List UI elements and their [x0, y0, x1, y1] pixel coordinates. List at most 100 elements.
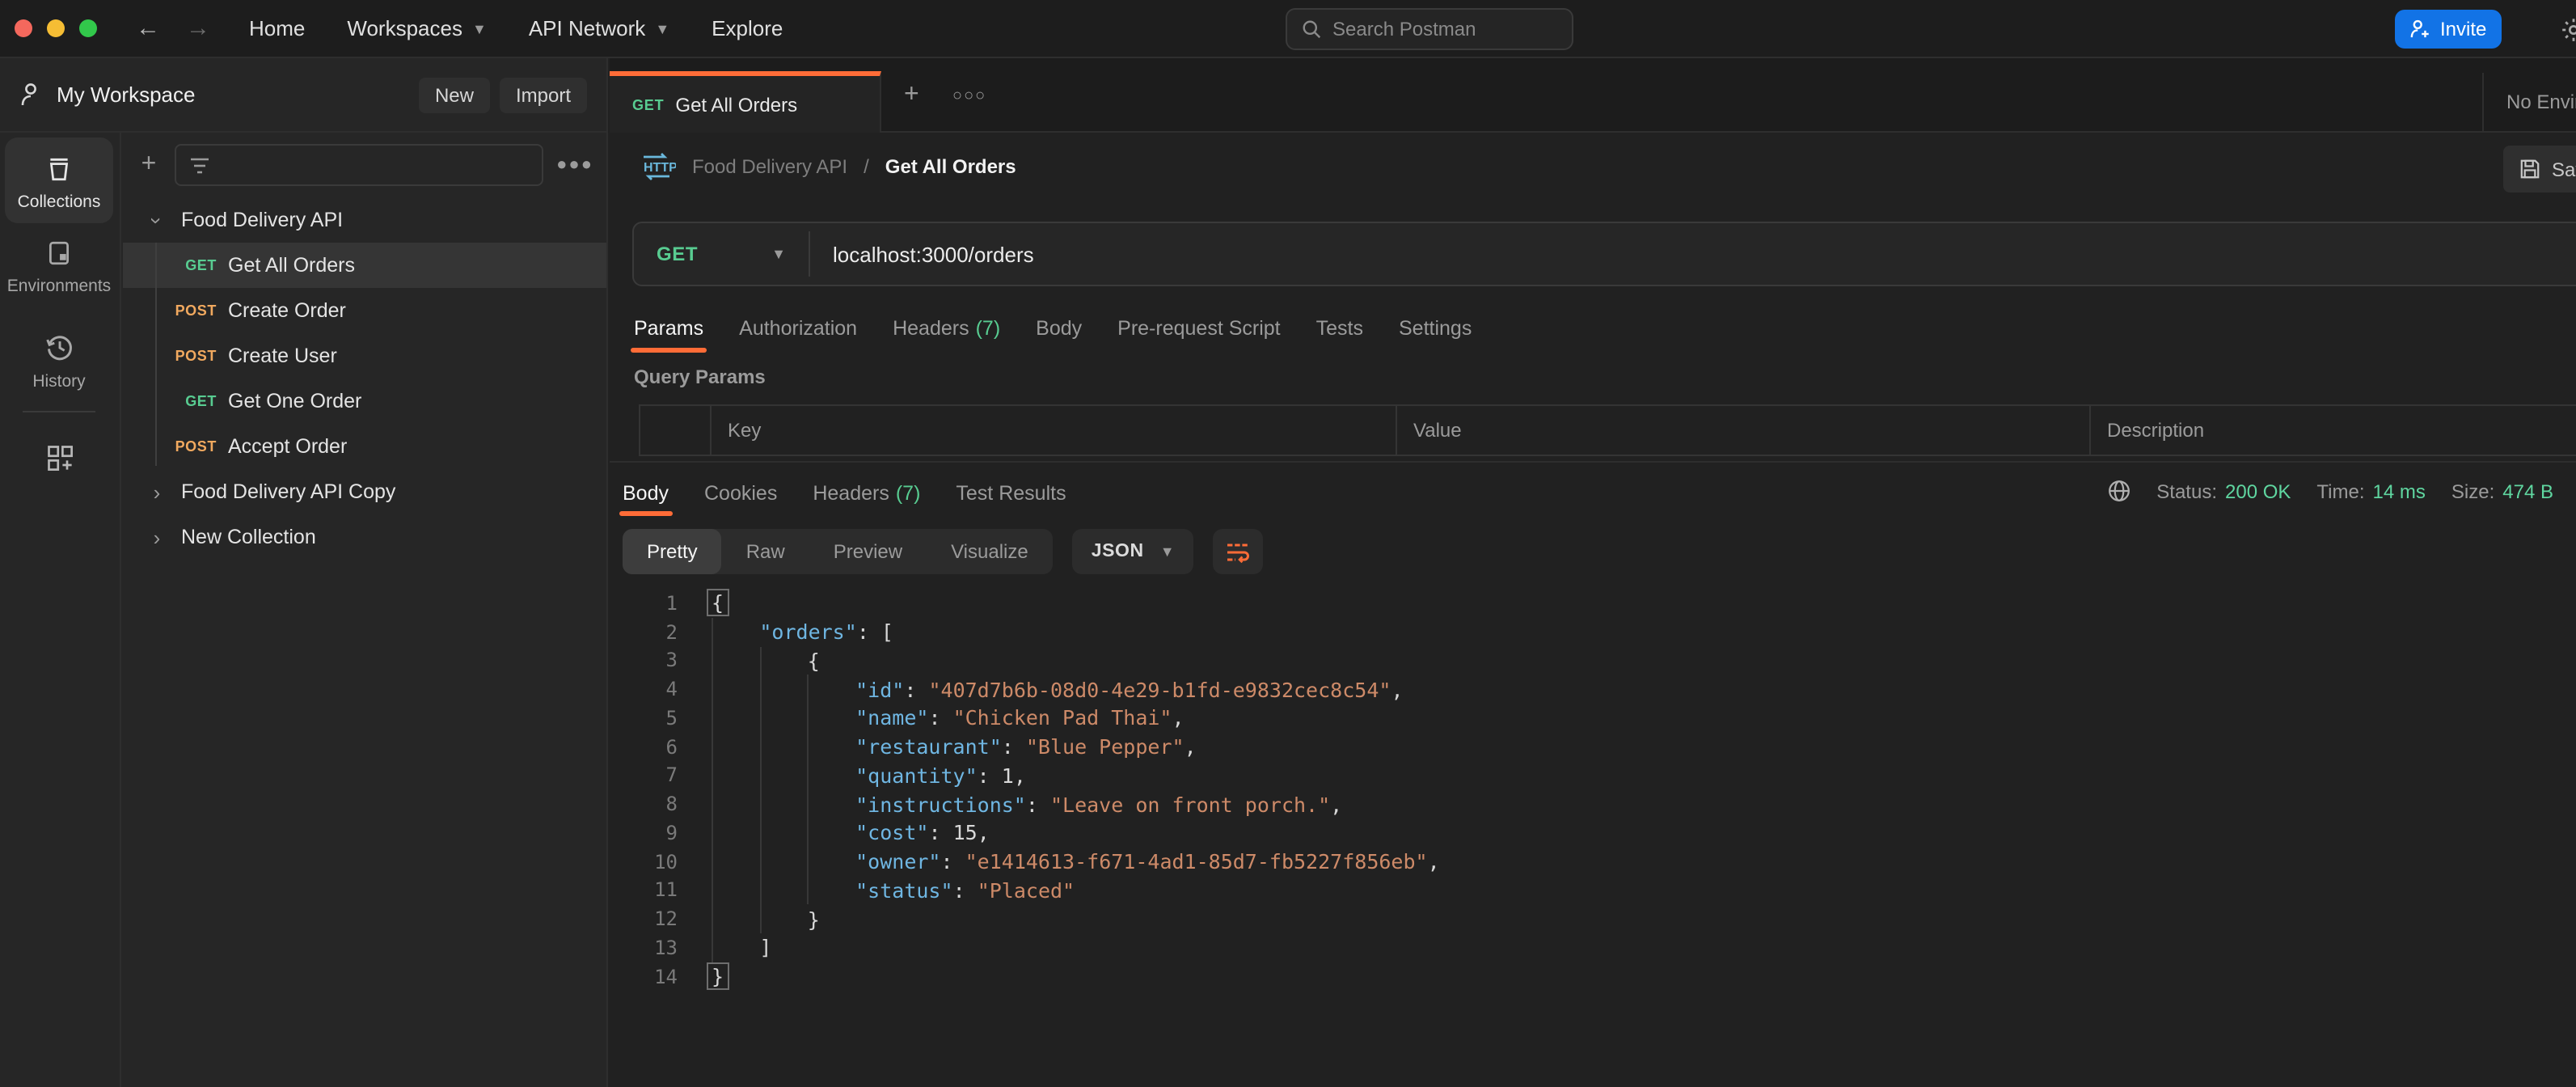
- column-header-description[interactable]: Description: [2091, 406, 2576, 455]
- response-body-editor[interactable]: 1{2"orders": [3{4"id": "407d7b6b-08d0-4e…: [610, 589, 2576, 1087]
- request-tab-headers[interactable]: Headers(7): [893, 306, 1000, 351]
- request-name: Create User: [228, 345, 337, 367]
- configure-sidebar-button[interactable]: [0, 443, 118, 472]
- indent-guide: [759, 848, 807, 877]
- tab-label: Body: [1036, 317, 1082, 340]
- save-button[interactable]: Save: [2503, 146, 2576, 192]
- tree-request-get-one-order[interactable]: GETGet One Order: [123, 379, 606, 424]
- minimize-window-button[interactable]: [47, 19, 65, 37]
- collection-name: Food Delivery API: [181, 209, 343, 231]
- indent-guide: [808, 848, 855, 877]
- indent-guide: [712, 704, 759, 733]
- code-token-key: "name": [855, 706, 928, 730]
- code-content: {: [712, 589, 728, 618]
- method-badge: POST: [123, 348, 217, 364]
- response-tab-cookies[interactable]: Cookies: [704, 472, 777, 514]
- view-mode-visualize[interactable]: Visualize: [927, 529, 1053, 574]
- sidebar-item-label: Collections: [18, 192, 101, 212]
- tree-request-create-order[interactable]: POSTCreate Order: [123, 288, 606, 333]
- method-dropdown[interactable]: GET ▼: [634, 243, 809, 265]
- breadcrumb-collection[interactable]: Food Delivery API: [692, 155, 847, 178]
- chevron-down-icon[interactable]: ›: [145, 209, 169, 231]
- collections-tree-panel: + ●●● › Food Delivery API GETGet All Order…: [123, 133, 606, 1087]
- window-controls: [15, 19, 97, 37]
- code-token-str: "e1414613-f671-4ad1-85d7-fb5227f856eb": [965, 849, 1428, 873]
- breadcrumb-request-name[interactable]: Get All Orders: [885, 155, 1016, 178]
- indent-guide: [712, 761, 759, 790]
- request-tab-pre-request-script[interactable]: Pre-request Script: [1117, 306, 1280, 351]
- nav-item-explore[interactable]: Explore: [712, 16, 783, 40]
- environment-selector[interactable]: No Environment: [2482, 73, 2576, 131]
- network-globe-icon[interactable]: [2106, 479, 2130, 503]
- column-header-key[interactable]: Key: [712, 406, 1397, 455]
- collections-filter-input[interactable]: [175, 144, 543, 186]
- url-input[interactable]: localhost:3000/orders: [810, 242, 1034, 266]
- tree-collection-food-delivery-api-copy[interactable]: ›Food Delivery API Copy: [123, 469, 606, 514]
- format-dropdown[interactable]: JSON ▼: [1072, 529, 1194, 574]
- tree-request-create-user[interactable]: POST Create User: [123, 333, 606, 379]
- meta-time[interactable]: Time:14 ms: [2316, 480, 2426, 502]
- request-tab-body[interactable]: Body: [1036, 306, 1082, 351]
- request-tab-settings[interactable]: Settings: [1399, 306, 1472, 351]
- import-button[interactable]: Import: [500, 77, 587, 112]
- request-tab-authorization[interactable]: Authorization: [739, 306, 857, 351]
- global-search[interactable]: Search Postman: [1286, 8, 1573, 50]
- line-number: 4: [610, 678, 678, 700]
- request-tab-params[interactable]: Params: [634, 306, 703, 351]
- tab-options-button[interactable]: ○○○: [952, 87, 986, 105]
- nav-item-home[interactable]: Home: [249, 16, 305, 40]
- meta-label: Status:: [2156, 480, 2217, 502]
- workspace-name[interactable]: My Workspace: [57, 82, 409, 107]
- sidebar-item-environments[interactable]: Environments: [0, 239, 118, 296]
- add-collection-button[interactable]: +: [136, 150, 162, 180]
- new-button[interactable]: New: [419, 77, 490, 112]
- nav-item-label: API Network: [529, 16, 646, 40]
- forward-arrow-icon[interactable]: →: [186, 15, 210, 42]
- sidebar-item-history[interactable]: History: [0, 333, 118, 391]
- open-request-tab[interactable]: GET Get All Orders: [610, 71, 881, 133]
- tab-method-badge: GET: [632, 96, 664, 112]
- response-tab-body[interactable]: Body: [623, 472, 669, 514]
- meta-status[interactable]: Status:200 OK: [2156, 480, 2291, 502]
- tree-request-accept-order[interactable]: POSTAccept Order: [123, 424, 606, 469]
- chevron-down-icon: ▼: [1160, 544, 1175, 560]
- method-badge: POST: [123, 302, 217, 319]
- code-token-p: :: [904, 677, 928, 701]
- chevron-right-icon[interactable]: ›: [146, 525, 168, 549]
- view-mode-pretty[interactable]: Pretty: [623, 529, 722, 574]
- back-arrow-icon[interactable]: ←: [136, 15, 160, 42]
- tree-request-get-all-orders[interactable]: GETGet All Orders: [123, 243, 606, 288]
- request-tab-tests[interactable]: Tests: [1316, 306, 1363, 351]
- indent-guide: [712, 790, 759, 819]
- line-number: 1: [610, 592, 678, 615]
- nav-item-api-network[interactable]: API Network ▼: [529, 16, 669, 40]
- indent-guide: [712, 675, 759, 704]
- view-mode-raw[interactable]: Raw: [722, 529, 809, 574]
- request-name: Get One Order: [228, 390, 361, 412]
- meta-size[interactable]: Size:474 B: [2451, 480, 2553, 502]
- column-header-value[interactable]: Value: [1397, 406, 2091, 455]
- tree-more-actions-button[interactable]: ●●●: [556, 155, 593, 175]
- tree-collection-new-collection[interactable]: ›New Collection: [123, 514, 606, 560]
- sidebar-item-collections[interactable]: Collections: [5, 137, 113, 223]
- new-tab-button[interactable]: +: [904, 81, 919, 110]
- code-content: "name": "Chicken Pad Thai",: [712, 704, 1185, 733]
- response-tab-headers[interactable]: Headers(7): [813, 472, 920, 514]
- nav-item-workspaces[interactable]: Workspaces▼: [347, 16, 486, 40]
- response-tab-test-results[interactable]: Test Results: [956, 472, 1066, 514]
- tree-collection-food-delivery-api[interactable]: › Food Delivery API: [123, 197, 606, 243]
- wrap-text-button[interactable]: [1214, 529, 1264, 574]
- maximize-window-button[interactable]: [79, 19, 97, 37]
- chevron-down-icon: ▼: [655, 20, 669, 36]
- main-pane: GET Get All Orders + ○○○ No Environment …: [610, 58, 2576, 1087]
- close-window-button[interactable]: [15, 19, 32, 37]
- view-mode-switcher: PrettyRawPreviewVisualize: [623, 529, 1053, 574]
- invite-button[interactable]: Invite: [2395, 10, 2501, 49]
- view-mode-preview[interactable]: Preview: [809, 529, 927, 574]
- code-line: 8"instructions": "Leave on front porch."…: [610, 790, 2576, 819]
- select-all-column[interactable]: [640, 406, 712, 455]
- chevron-right-icon[interactable]: ›: [146, 480, 168, 504]
- postman-window: ← → Home Workspaces▼ API Network ▼ Explore S…: [0, 0, 2576, 1087]
- line-number: 6: [610, 735, 678, 758]
- settings-gear-icon[interactable]: [2560, 16, 2576, 44]
